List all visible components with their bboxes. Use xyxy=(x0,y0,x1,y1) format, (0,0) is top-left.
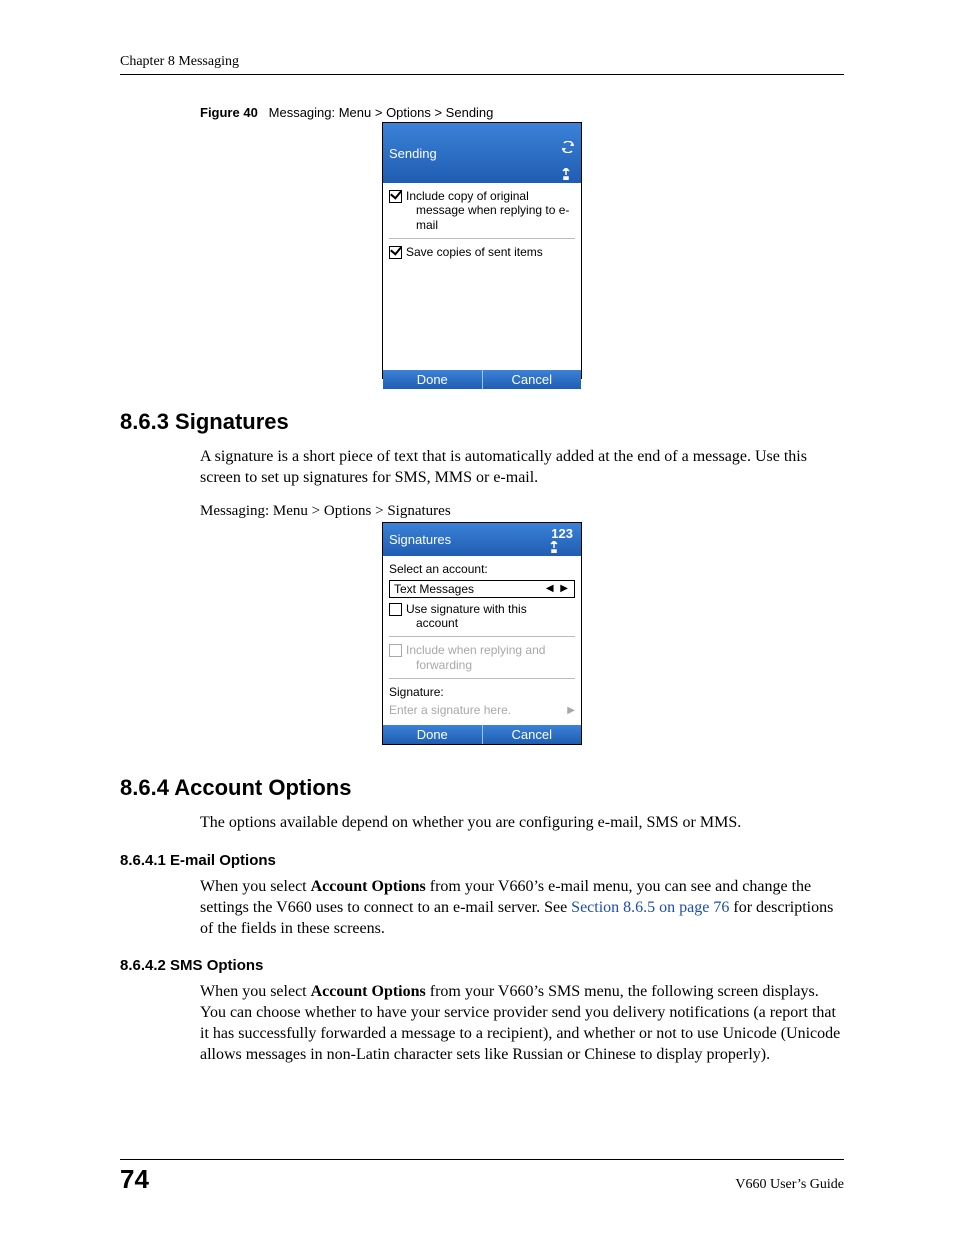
running-header: Chapter 8 Messaging xyxy=(120,54,844,75)
page-footer: 74 V660 User’s Guide xyxy=(120,1159,844,1195)
figure-caption: Messaging: Menu > Options > Signatures xyxy=(200,503,844,520)
phone-body: Select an account: Text Messages ◀ ▶ Use… xyxy=(383,556,581,726)
option-label: Include when replying and forwarding xyxy=(406,643,575,672)
body-text: The options available depend on whether … xyxy=(200,813,844,834)
phone-titlebar: Signatures 123 xyxy=(383,523,581,556)
checkbox-disabled-icon xyxy=(389,644,402,657)
done-button[interactable]: Done xyxy=(383,370,483,389)
bold-text: Account Options xyxy=(311,983,426,1000)
phone-body: Include copy of original message when re… xyxy=(383,183,581,370)
option-label: Use signature with this account xyxy=(406,602,575,631)
checkbox-checked-icon xyxy=(389,246,402,259)
include-copy-option[interactable]: Include copy of original message when re… xyxy=(389,189,575,232)
guide-name: V660 User’s Guide xyxy=(735,1177,844,1193)
use-signature-option[interactable]: Use signature with this account xyxy=(389,602,575,631)
sync-icon xyxy=(561,141,575,153)
cancel-button[interactable]: Cancel xyxy=(483,370,582,389)
figure-label: Figure 40 xyxy=(200,105,258,120)
bold-text: Account Options xyxy=(311,878,426,895)
phone-title-text: Sending xyxy=(389,146,437,161)
select-account-label: Select an account: xyxy=(389,562,575,576)
signal-icon xyxy=(561,168,575,180)
chevron-right-icon: ▶ xyxy=(567,705,575,716)
divider xyxy=(389,678,575,679)
cross-reference-link[interactable]: Section 8.6.5 on page 76 xyxy=(571,899,729,916)
divider xyxy=(389,238,575,239)
heading-sms-options: 8.6.4.2 SMS Options xyxy=(120,957,844,974)
checkbox-checked-icon xyxy=(389,190,402,203)
signature-label: Signature: xyxy=(389,685,575,699)
account-selector[interactable]: Text Messages ◀ ▶ xyxy=(389,580,575,598)
selected-account: Text Messages xyxy=(394,582,474,596)
status-icons: 123 xyxy=(549,526,575,553)
phone-softkeys: Done Cancel xyxy=(383,370,581,389)
phone-softkeys: Done Cancel xyxy=(383,725,581,744)
figure-caption-text: Messaging: Menu > Options > Sending xyxy=(269,105,494,120)
body-text: When you select Account Options from you… xyxy=(200,982,844,1065)
signature-placeholder: Enter a signature here. xyxy=(389,703,511,717)
arrows-icon: ◀ ▶ xyxy=(546,583,570,594)
option-label: Include copy of original message when re… xyxy=(406,189,575,232)
page-number: 74 xyxy=(120,1164,149,1195)
figure-caption: Figure 40 Messaging: Menu > Options > Se… xyxy=(200,105,844,120)
body-text: When you select Account Options from you… xyxy=(200,877,844,939)
option-label: Save copies of sent items xyxy=(406,245,575,259)
phone-screen-signatures: Signatures 123 Select an account: Text M… xyxy=(382,522,582,746)
heading-signatures: 8.6.3 Signatures xyxy=(120,409,844,435)
status-icons xyxy=(561,126,575,180)
input-mode-123: 123 xyxy=(551,526,573,541)
heading-account-options: 8.6.4 Account Options xyxy=(120,775,844,801)
checkbox-unchecked-icon xyxy=(389,603,402,616)
phone-screen-sending: Sending Include copy of original message… xyxy=(382,122,582,379)
signature-input[interactable]: Enter a signature here. ▶ xyxy=(389,701,575,719)
include-when-replying-option: Include when replying and forwarding xyxy=(389,643,575,672)
save-copies-option[interactable]: Save copies of sent items xyxy=(389,245,575,259)
phone-title-text: Signatures xyxy=(389,532,451,547)
done-button[interactable]: Done xyxy=(383,725,483,744)
signal-icon xyxy=(549,541,575,553)
heading-email-options: 8.6.4.1 E-mail Options xyxy=(120,852,844,869)
cancel-button[interactable]: Cancel xyxy=(483,725,582,744)
phone-titlebar: Sending xyxy=(383,123,581,183)
body-text: A signature is a short piece of text tha… xyxy=(200,447,844,489)
divider xyxy=(389,636,575,637)
